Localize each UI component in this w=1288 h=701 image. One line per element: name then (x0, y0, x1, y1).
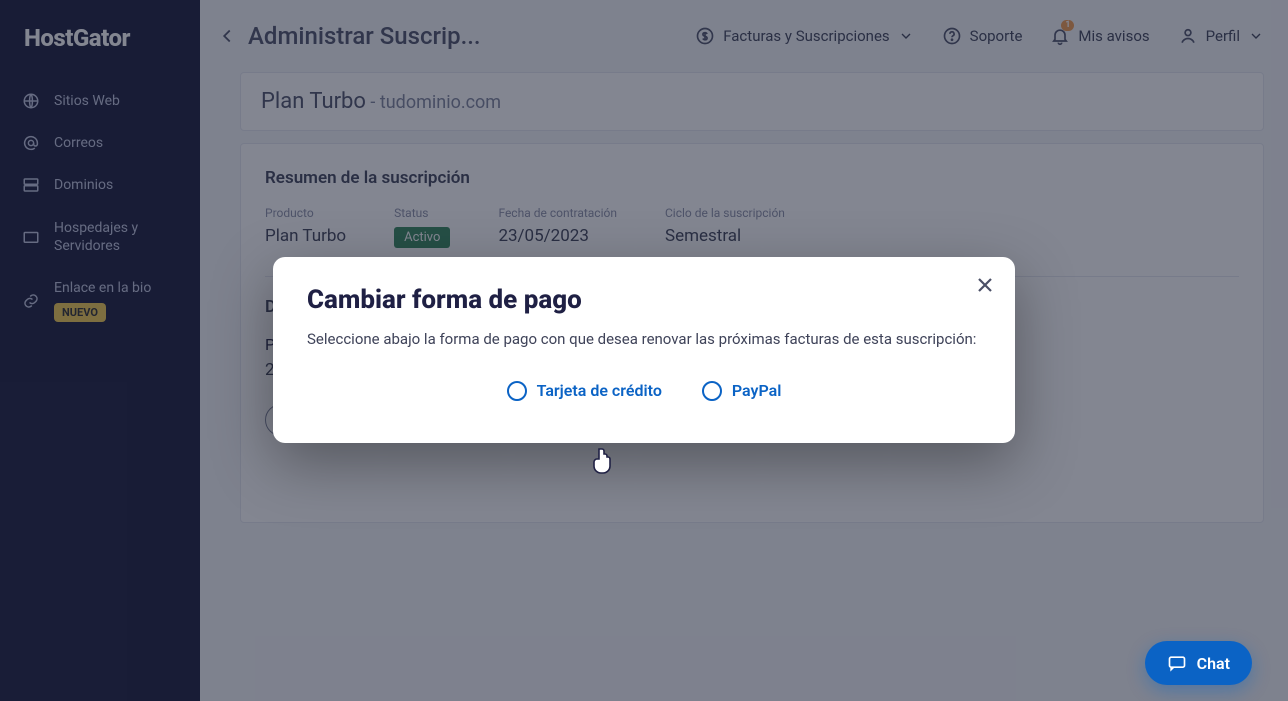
close-icon[interactable] (973, 273, 997, 297)
radio-label: Tarjeta de crédito (537, 381, 662, 400)
radio-label: PayPal (732, 381, 782, 400)
modal-title: Cambiar forma de pago (307, 285, 981, 315)
radio-option-paypal[interactable]: PayPal (702, 381, 782, 401)
chat-button[interactable]: Chat (1145, 641, 1252, 685)
chat-label: Chat (1197, 654, 1230, 673)
change-payment-modal: Cambiar forma de pago Seleccione abajo l… (273, 257, 1015, 443)
modal-description: Seleccione abajo la forma de pago con qu… (307, 329, 981, 351)
radio-icon (702, 381, 722, 401)
radio-icon (507, 381, 527, 401)
chat-icon (1167, 653, 1187, 673)
radio-option-card[interactable]: Tarjeta de crédito (507, 381, 662, 401)
modal-overlay: Cambiar forma de pago Seleccione abajo l… (0, 0, 1288, 701)
